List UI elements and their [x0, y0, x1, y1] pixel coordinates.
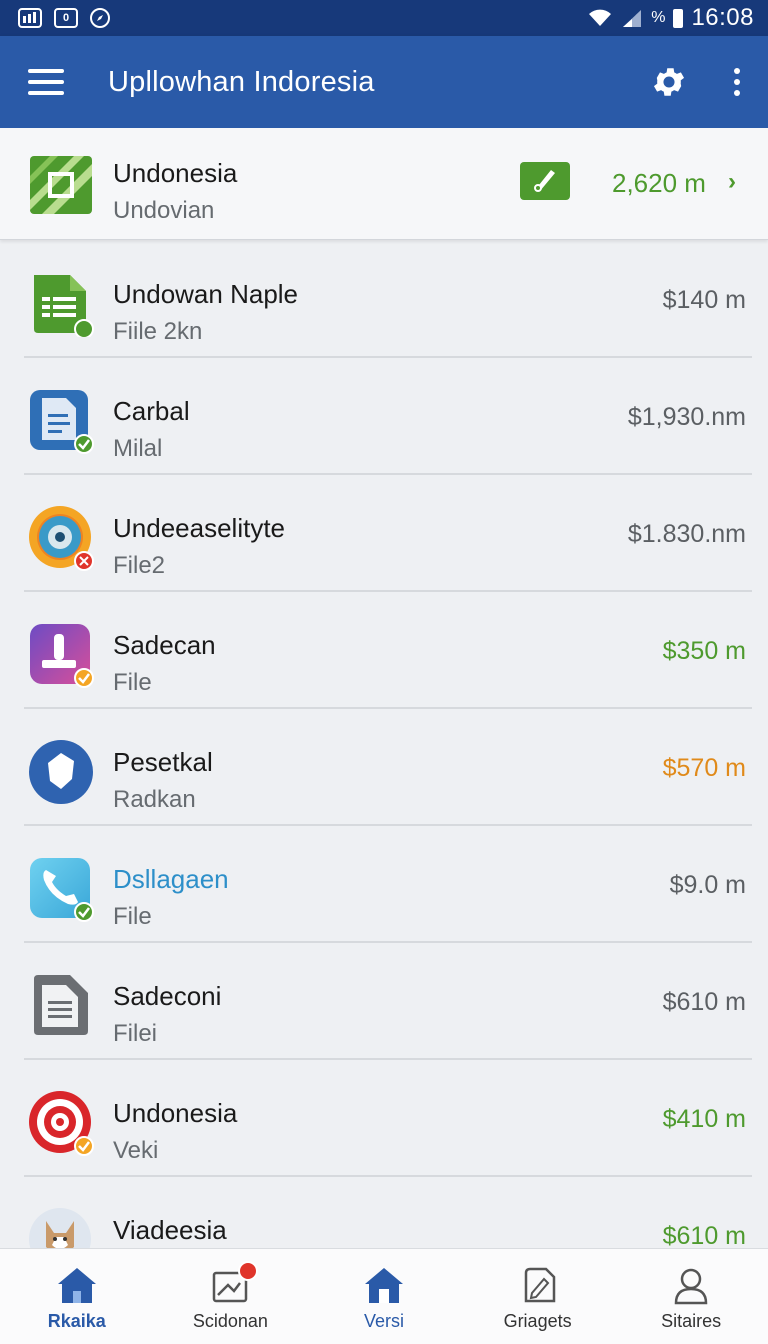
list-item[interactable]: Pesetkal Radkan $570 m — [0, 709, 768, 826]
item-title: Carbal — [113, 396, 190, 426]
header-item[interactable]: Undonesia Undovian 2,620 m › — [0, 128, 768, 240]
nav-label: Griagets — [503, 1311, 572, 1331]
signal-percent-text: % — [651, 9, 666, 26]
item-subtitle: File — [113, 669, 152, 696]
nav-label: Sitaires — [661, 1311, 722, 1331]
person-icon — [674, 1268, 708, 1305]
item-title[interactable]: Dsllagaen — [113, 864, 229, 895]
item-amount: $350 m — [662, 637, 746, 665]
item-title: Sadecan — [113, 630, 216, 660]
cell-signal-icon — [623, 10, 642, 27]
item-amount: $1,930.nm — [627, 403, 746, 431]
list-item[interactable]: Undowan Naple Fiile 2kn $140 m — [0, 241, 768, 358]
transaction-list: Undowan Naple Fiile 2kn $140 m Carbal Mi… — [0, 241, 768, 1294]
item-amount: $140 m — [662, 286, 746, 314]
nav-item-griagets[interactable]: Griagets — [461, 1249, 615, 1344]
item-title: Viadeesia — [113, 1215, 227, 1245]
edit-document-icon — [524, 1267, 555, 1303]
battery-icon — [673, 8, 684, 28]
app-title: Upllowhan Indoresia — [108, 65, 375, 98]
spreadsheet-icon — [34, 275, 94, 337]
status-bar: 0 % 16:08 — [0, 0, 768, 36]
stamp-icon — [30, 624, 94, 688]
item-amount: $410 m — [662, 1105, 746, 1133]
file-text-icon — [34, 975, 88, 1035]
app-bar: Upllowhan Indoresia — [0, 36, 768, 128]
nav-item-rkaika[interactable]: Rkaika — [0, 1249, 154, 1344]
item-title: Pesetkal — [113, 747, 213, 777]
list-item[interactable]: Carbal Milal $1,930.nm — [0, 358, 768, 475]
header-logo-icon — [30, 156, 92, 214]
item-subtitle: Veki — [113, 1137, 159, 1164]
status-app-icon: 0 — [54, 8, 78, 28]
list-item[interactable]: Sadecan File $350 m — [0, 592, 768, 709]
chevron-right-icon[interactable]: › — [728, 168, 736, 196]
item-subtitle: Radkan — [113, 786, 196, 813]
document-icon — [30, 390, 94, 454]
wifi-icon — [589, 9, 612, 26]
item-amount: $570 m — [662, 754, 746, 782]
list-item[interactable]: Dsllagaen File $9.0 m — [0, 826, 768, 943]
item-subtitle: Fiile 2kn — [113, 318, 203, 345]
item-subtitle: File2 — [113, 552, 166, 579]
nav-label: Versi — [363, 1311, 404, 1331]
settings-icon[interactable] — [650, 63, 688, 101]
check-edit-icon[interactable] — [520, 162, 570, 200]
item-amount: $1.830.nm — [627, 520, 746, 548]
item-title: Undonesia — [113, 1098, 238, 1128]
item-title: Undeeaselityte — [113, 513, 285, 543]
list-item[interactable]: Undonesia Veki $410 m — [0, 1060, 768, 1177]
list-item[interactable]: Undeeaselityte File2 $1.830.nm — [0, 475, 768, 592]
clock: 16:08 — [691, 4, 754, 31]
item-amount: $9.0 m — [669, 871, 746, 899]
header-amount: 2,620 m — [612, 168, 706, 198]
bottom-navigation: Rkaika Scidonan Versi Griagets Sitaires — [0, 1248, 768, 1344]
header-title: Undonesia — [113, 158, 238, 188]
shield-icon — [29, 740, 93, 804]
compass-icon — [90, 8, 110, 28]
item-subtitle: Milal — [113, 435, 163, 462]
home-icon — [364, 1268, 403, 1303]
list-item[interactable]: Sadeconi Filei $610 m — [0, 943, 768, 1060]
target-icon — [29, 1091, 94, 1156]
camera-lens-icon — [29, 506, 94, 571]
item-subtitle: Filei — [113, 1020, 158, 1047]
more-vert-icon[interactable] — [734, 68, 740, 96]
sim-card-icon — [18, 8, 42, 28]
item-amount: $610 m — [662, 988, 746, 1016]
nav-label: Rkaika — [47, 1311, 106, 1331]
nav-item-scidonan[interactable]: Scidonan — [154, 1249, 308, 1344]
item-subtitle: File — [113, 903, 152, 930]
nav-item-versi[interactable]: Versi — [307, 1249, 461, 1344]
nav-label: Scidonan — [192, 1311, 268, 1331]
notification-badge — [237, 1261, 258, 1281]
item-amount: $610 m — [662, 1222, 746, 1250]
item-title: Undowan Naple — [113, 279, 299, 309]
header-subtitle: Undovian — [113, 197, 215, 224]
menu-icon[interactable] — [28, 69, 64, 95]
home-icon — [57, 1268, 96, 1303]
nav-item-sitaires[interactable]: Sitaires — [614, 1249, 768, 1344]
phone-icon — [30, 858, 94, 922]
item-title: Sadeconi — [113, 981, 222, 1011]
